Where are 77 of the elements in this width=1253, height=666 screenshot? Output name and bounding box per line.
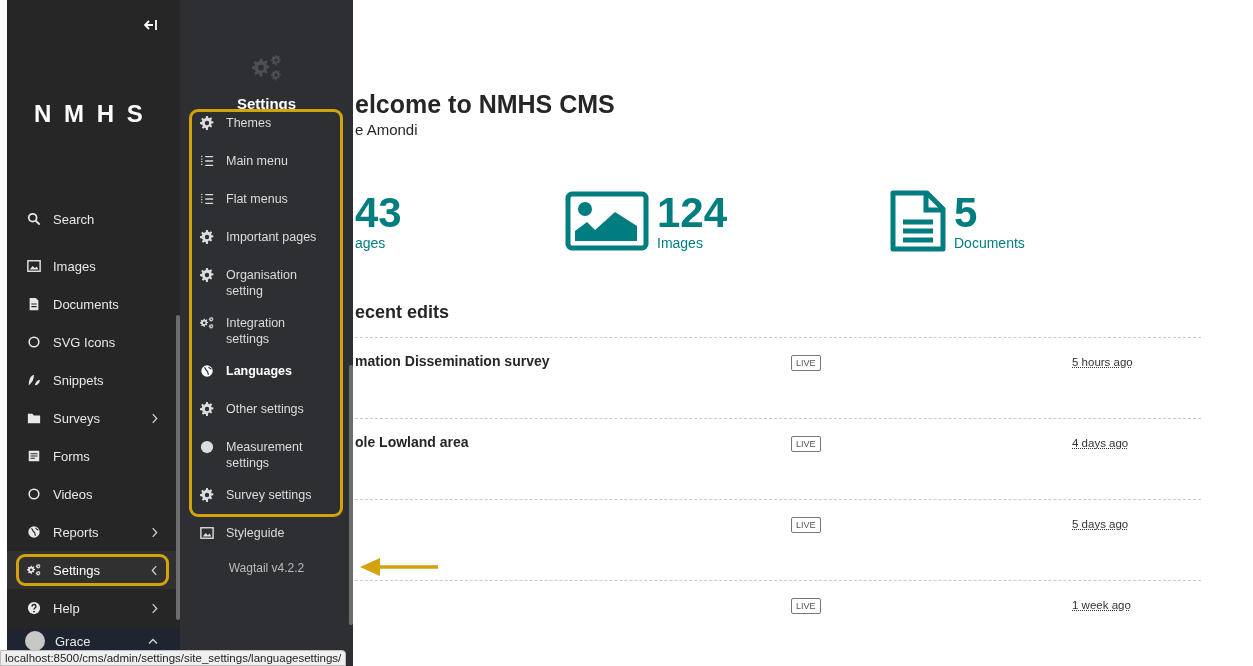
section-heading: ecent edits	[355, 302, 451, 323]
gears-icon	[27, 563, 41, 577]
logo-text: N M H S	[33, 99, 147, 129]
caret-up-icon	[148, 638, 158, 644]
circle-icon	[27, 487, 41, 501]
submenu-item[interactable]: Main menu	[180, 145, 353, 183]
gear-icon	[200, 488, 214, 502]
list-icon	[200, 192, 214, 206]
chevron-right-icon	[151, 412, 158, 424]
image-icon	[200, 526, 214, 540]
image-icon	[565, 191, 649, 251]
nav-item[interactable]: Search	[7, 200, 180, 238]
timestamp: 5 days ago	[1072, 518, 1129, 530]
stat-count: 124	[657, 191, 728, 235]
status-tag: LIVE	[791, 355, 821, 371]
circle-icon	[27, 335, 41, 349]
search-icon	[27, 212, 41, 226]
dot-icon	[200, 440, 214, 454]
gear-icon	[200, 402, 214, 416]
timestamp: 1 week ago	[1072, 599, 1131, 611]
submenu-item[interactable]: Other settings	[180, 393, 353, 431]
collapse-icon	[144, 19, 158, 31]
status-tag: LIVE	[791, 517, 821, 533]
globe-icon	[27, 525, 41, 539]
status-tag: LIVE	[791, 598, 821, 614]
stat-count: 43	[355, 191, 402, 235]
timestamp: 5 hours ago	[1072, 356, 1133, 368]
submenu-item[interactable]: Survey settings	[180, 479, 353, 517]
submenu-item[interactable]: Important pages	[180, 221, 353, 259]
page-link[interactable]: mation Dissemination survey	[355, 353, 550, 369]
arrow-icon	[358, 556, 440, 578]
account-menu[interactable]: Grace	[7, 629, 180, 653]
nav-item[interactable]: Snippets	[7, 361, 180, 399]
submenu-item[interactable]: Integration settings	[180, 307, 353, 355]
globe-icon	[200, 364, 214, 378]
submenu-item[interactable]: Measurement settings	[180, 431, 353, 479]
submenu-item[interactable]: Organisation setting	[180, 259, 353, 307]
chevron-right-icon	[151, 526, 158, 538]
nav-item[interactable]: Forms	[7, 437, 180, 475]
stat-link[interactable]: Images	[657, 235, 728, 251]
submenu-item[interactable]: Flat menus	[180, 183, 353, 221]
gear-icon	[200, 268, 214, 282]
nav-item[interactable]: Videos	[7, 475, 180, 513]
chevron-right-icon	[151, 602, 158, 614]
status-url-tooltip: localhost:8500/cms/admin/settings/site_settings/languagesettings/	[0, 650, 347, 666]
form-icon	[27, 449, 41, 463]
image-icon	[27, 259, 41, 273]
gears-icon	[200, 316, 214, 330]
version-text: Wagtail v4.2.2	[227, 561, 306, 575]
list-icon	[200, 154, 214, 168]
gear-icon	[200, 116, 214, 130]
nav-item[interactable]: Reports	[7, 513, 180, 551]
nav-item[interactable]: SVG Icons	[7, 323, 180, 361]
page-title: elcome to NMHS CMS	[355, 90, 616, 119]
submenu-title: Settings	[236, 95, 297, 112]
leaves-icon	[27, 373, 41, 387]
page-link[interactable]: ole Lowland area	[355, 434, 469, 450]
nav-item[interactable]: Help	[7, 589, 180, 627]
user-name-text: e Amondi	[355, 121, 419, 138]
folder-icon	[27, 411, 41, 425]
submenu-item[interactable]: Languages	[180, 355, 353, 393]
document-icon	[27, 297, 41, 311]
timestamp: 4 days ago	[1072, 437, 1129, 449]
help-icon	[27, 601, 41, 615]
document-icon	[890, 190, 946, 252]
stat-count: 5	[954, 191, 979, 235]
gear-icon	[200, 230, 214, 244]
nav-item[interactable]: Documents	[7, 285, 180, 323]
status-tag: LIVE	[791, 436, 821, 452]
nav-item[interactable]: Images	[7, 247, 180, 285]
stat-link[interactable]: Documents	[954, 235, 1025, 251]
nav-item[interactable]: Surveys	[7, 399, 180, 437]
chevron-left-icon	[151, 564, 158, 576]
avatar	[25, 631, 45, 651]
submenu-item[interactable]: Styleguide	[180, 517, 353, 555]
stat-link[interactable]: ages	[355, 235, 402, 251]
submenu-item[interactable]: Themes	[180, 112, 353, 145]
